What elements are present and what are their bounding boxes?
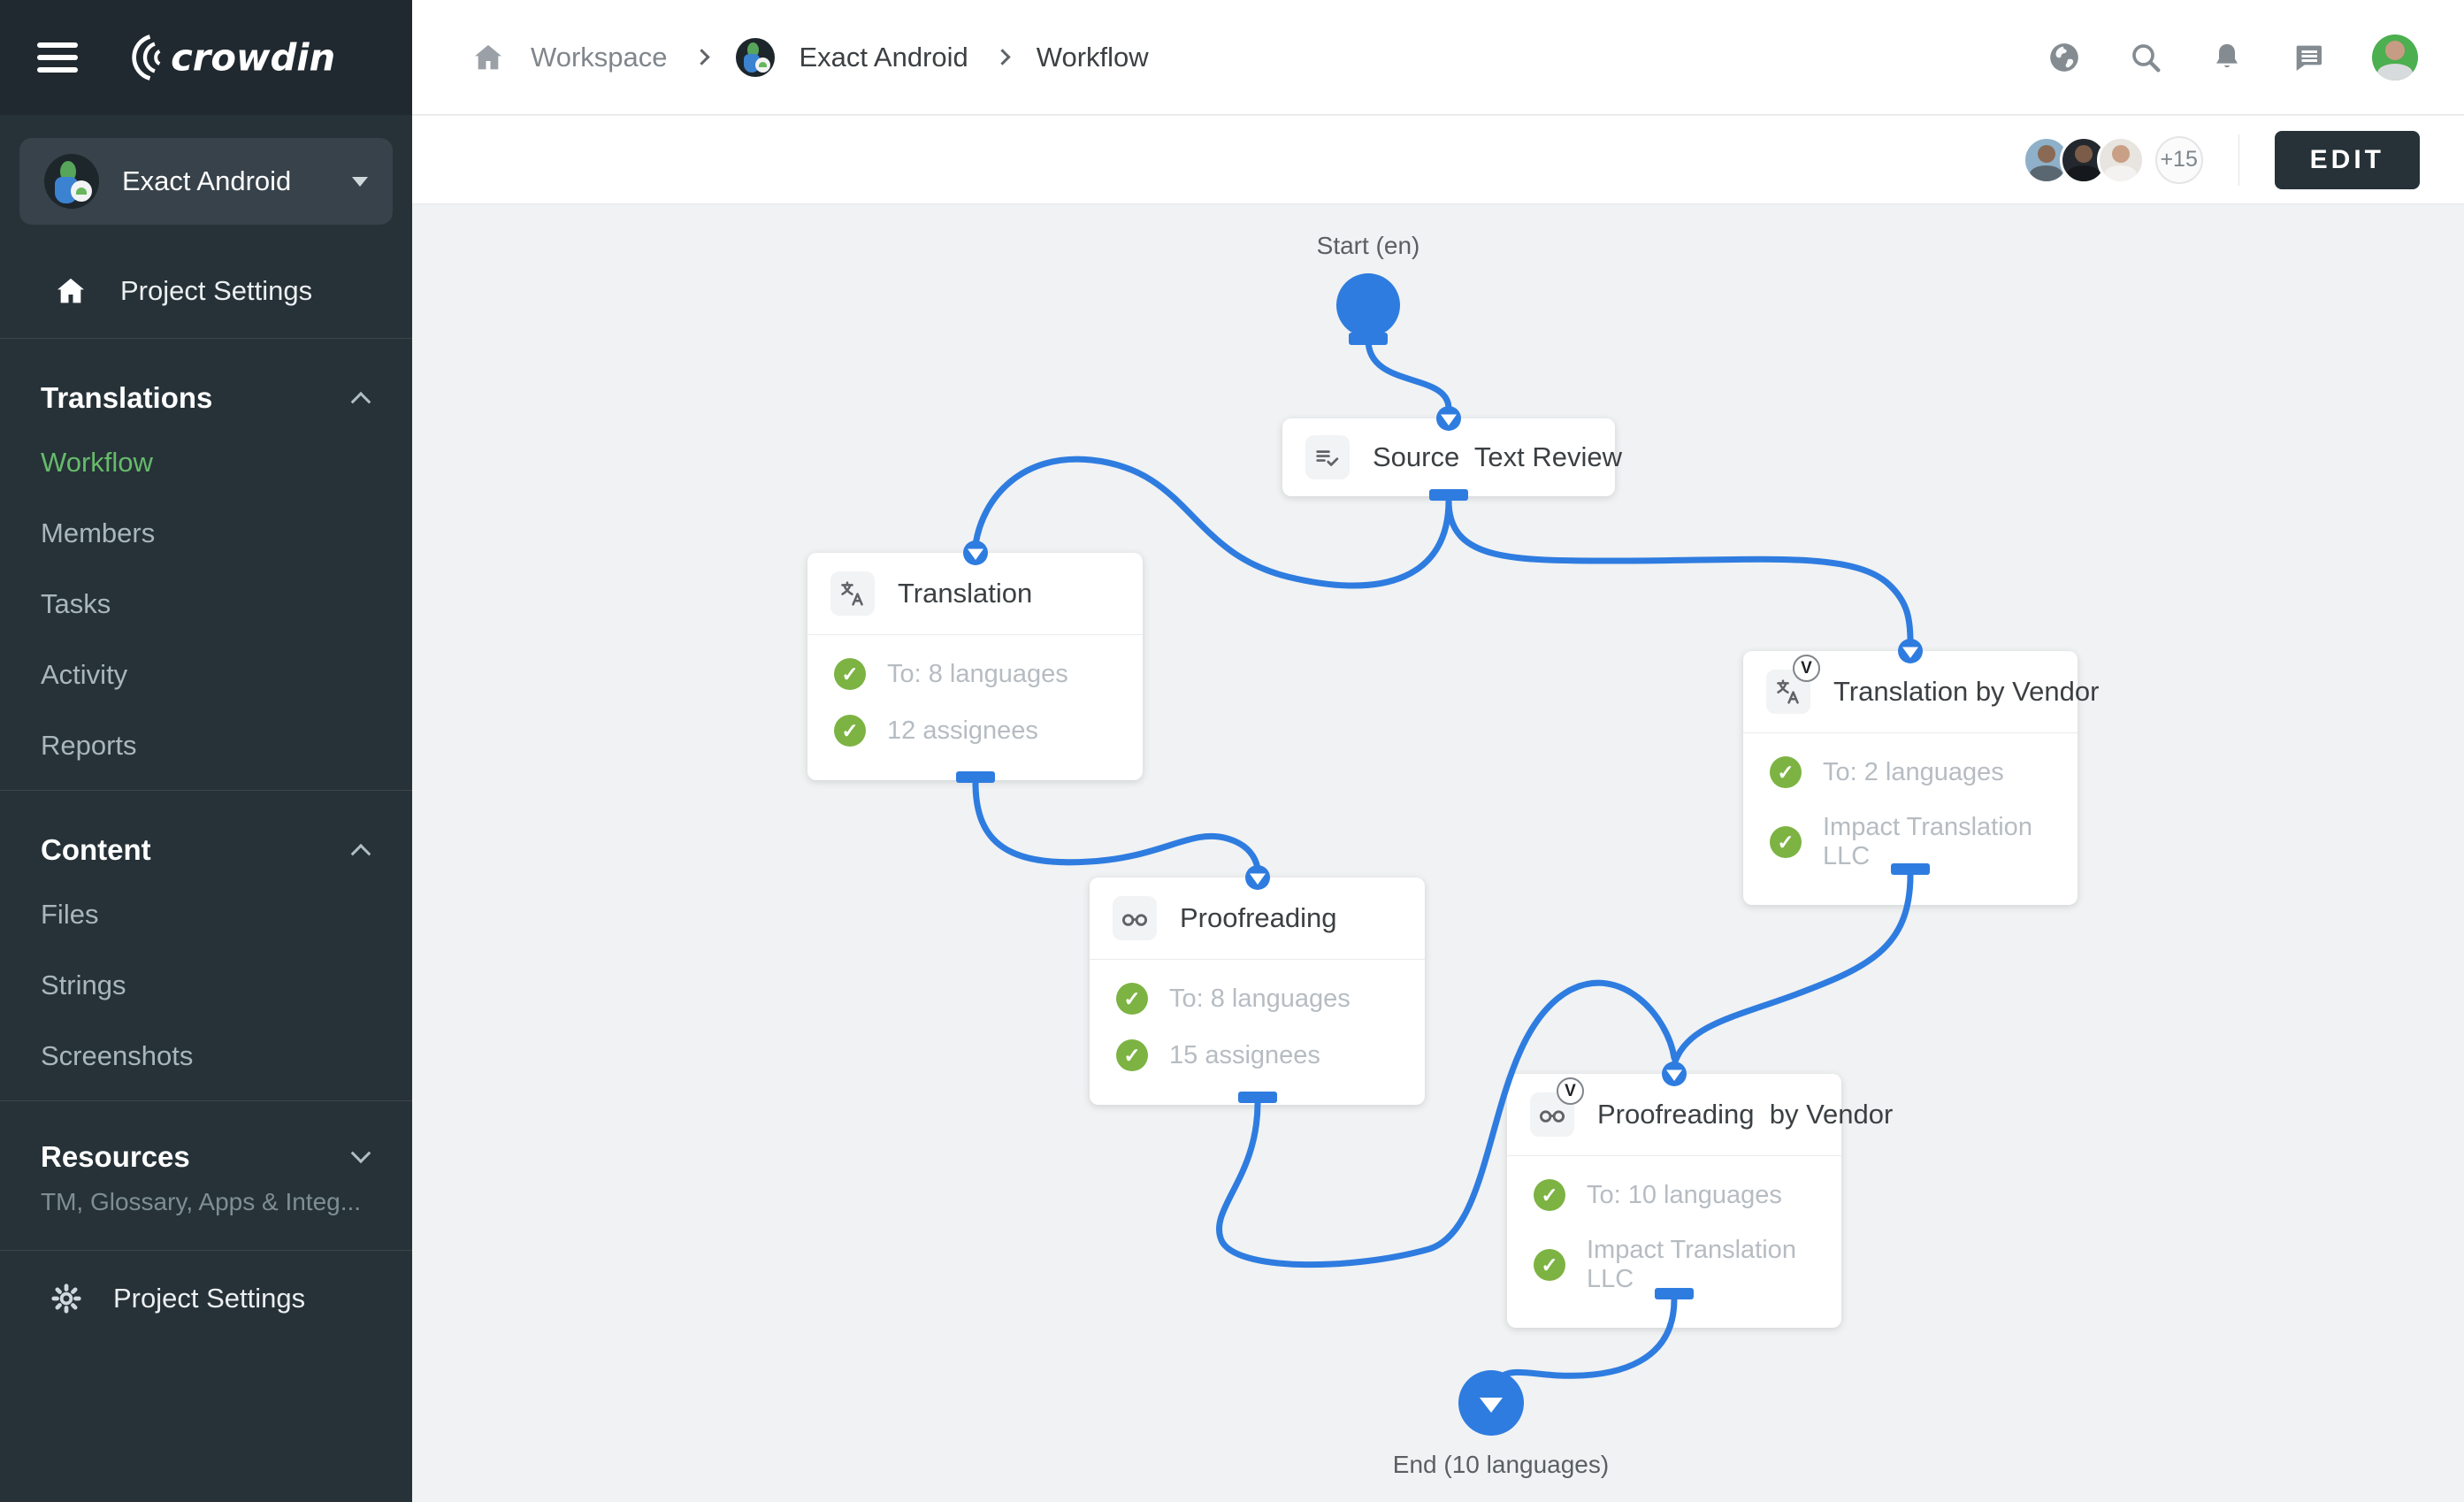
workflow-node-translation[interactable]: Translation ✓ To: 8 languages ✓ 12 assig… [807, 553, 1143, 780]
glasses-icon: V [1530, 1092, 1574, 1137]
check-icon: ✓ [1534, 1249, 1565, 1281]
globe-icon[interactable] [2047, 40, 2082, 75]
chat-icon[interactable] [2291, 40, 2326, 75]
svg-text:crowdin: crowdin [171, 36, 335, 80]
node-detail: ✓ 12 assignees [834, 715, 1116, 747]
home-icon [53, 273, 88, 309]
check-icon: ✓ [1534, 1179, 1565, 1211]
translate-icon: V [1766, 670, 1810, 714]
gear-icon [50, 1282, 83, 1315]
home-icon[interactable] [471, 40, 506, 75]
check-icon: ✓ [834, 658, 866, 690]
node-detail: ✓ To: 8 languages [834, 658, 1116, 690]
chevron-down-icon [351, 1143, 371, 1163]
top-header: Workspace Exact Android Workflow [412, 0, 2464, 115]
breadcrumb-project[interactable]: Exact Android [800, 42, 968, 73]
sidebar-item-tasks[interactable]: Tasks [0, 569, 412, 640]
collaborator-avatars [2023, 136, 2145, 184]
vendor-badge: V [1793, 655, 1820, 682]
chevron-up-icon [351, 392, 371, 412]
user-avatar[interactable] [2372, 34, 2418, 80]
project-avatar [736, 38, 775, 77]
crowdin-logo[interactable]: crowdin [111, 32, 368, 83]
sidebar-item-files[interactable]: Files [0, 879, 412, 950]
header-actions [2047, 34, 2418, 80]
arrow-down-icon [1480, 1398, 1503, 1413]
workflow-node-translation-by-vendor[interactable]: V Translation by Vendor ✓ To: 2 language… [1743, 651, 2078, 905]
sidebar-item-strings[interactable]: Strings [0, 950, 412, 1021]
sidebar-section-content[interactable]: Content [0, 800, 412, 879]
sidebar-item-activity[interactable]: Activity [0, 640, 412, 710]
sidebar-item-workflow[interactable]: Workflow [0, 427, 412, 498]
node-detail: ✓ Impact Translation LLC [1770, 813, 2051, 871]
node-title: Translation by Vendor [1833, 676, 2099, 708]
sidebar-item-project-settings-bottom[interactable]: Project Settings [0, 1260, 412, 1337]
node-title: Proofreading [1180, 902, 1337, 934]
project-avatar [44, 154, 99, 209]
edit-button[interactable]: EDIT [2275, 131, 2420, 189]
breadcrumb-workspace[interactable]: Workspace [531, 42, 668, 73]
divider [0, 790, 412, 791]
workflow-canvas: Start (en) Source Text Review Translatio… [412, 205, 2464, 1502]
breadcrumb-page: Workflow [1037, 42, 1149, 73]
project-name: Exact Android [122, 165, 329, 197]
bell-icon[interactable] [2209, 40, 2245, 75]
sidebar-item-screenshots[interactable]: Screenshots [0, 1021, 412, 1092]
sidebar-logo-bar: crowdin [0, 0, 412, 115]
edge-translation-to-proofreading [976, 783, 1258, 869]
node-detail: ✓ To: 10 languages [1534, 1179, 1815, 1211]
workflow-start-node [1336, 273, 1400, 337]
workflow-toolbar: +15 EDIT [412, 116, 2464, 204]
chevron-up-icon [351, 844, 371, 864]
chevron-down-icon [352, 177, 368, 187]
divider [2238, 134, 2239, 186]
divider [0, 338, 412, 339]
chevron-right-icon [994, 49, 1010, 65]
sidebar-item-project-settings-top[interactable]: Project Settings [0, 253, 412, 329]
node-title: Proofreading by Vendor [1597, 1099, 1893, 1130]
edge-source-review-to-translation-by-vendor [1449, 501, 1910, 642]
glasses-icon [1113, 896, 1157, 940]
edge-start-to-source-review [1368, 340, 1449, 409]
source-text-review-icon [1305, 435, 1350, 479]
sidebar: crowdin Exact Android Project Settings T… [0, 0, 412, 1502]
hamburger-menu-icon[interactable] [37, 42, 78, 73]
divider [0, 1250, 412, 1251]
node-title: Source Text Review [1373, 441, 1622, 473]
sidebar-item-members[interactable]: Members [0, 498, 412, 569]
check-icon: ✓ [1770, 826, 1802, 858]
resources-subtitle: TM, Glossary, Apps & Integ... [41, 1188, 368, 1216]
check-icon: ✓ [1116, 1039, 1148, 1071]
workflow-edges [412, 205, 2464, 1502]
divider [0, 1100, 412, 1101]
translate-icon [830, 571, 875, 616]
workflow-end-node [1458, 1370, 1524, 1436]
search-icon[interactable] [2128, 40, 2163, 75]
workflow-start-label: Start (en) [1236, 232, 1501, 260]
workflow-node-source-text-review[interactable]: Source Text Review [1282, 418, 1615, 496]
breadcrumb: Workspace Exact Android Workflow [471, 38, 1149, 77]
more-avatars-badge[interactable]: +15 [2155, 136, 2203, 184]
project-selector[interactable]: Exact Android [19, 138, 393, 225]
workflow-end-label: End (10 languages) [1324, 1451, 1678, 1479]
check-icon: ✓ [1770, 756, 1802, 788]
sidebar-section-translations[interactable]: Translations [0, 348, 412, 427]
node-detail: ✓ 15 assignees [1116, 1039, 1398, 1071]
sidebar-item-reports[interactable]: Reports [0, 710, 412, 781]
sidebar-section-resources[interactable]: Resources TM, Glossary, Apps & Integ... [0, 1110, 412, 1241]
node-detail: ✓ Impact Translation LLC [1534, 1236, 1815, 1294]
node-title: Translation [898, 578, 1032, 609]
workflow-node-proofreading[interactable]: Proofreading ✓ To: 8 languages ✓ 15 assi… [1090, 877, 1425, 1105]
check-icon: ✓ [1116, 983, 1148, 1015]
check-icon: ✓ [834, 715, 866, 747]
node-detail: ✓ To: 2 languages [1770, 756, 2051, 788]
node-detail: ✓ To: 8 languages [1116, 983, 1398, 1015]
chevron-right-icon [693, 49, 709, 65]
vendor-badge: V [1557, 1077, 1584, 1105]
workflow-node-proofreading-by-vendor[interactable]: V Proofreading by Vendor ✓ To: 10 langua… [1507, 1074, 1841, 1328]
avatar[interactable] [2097, 136, 2145, 184]
